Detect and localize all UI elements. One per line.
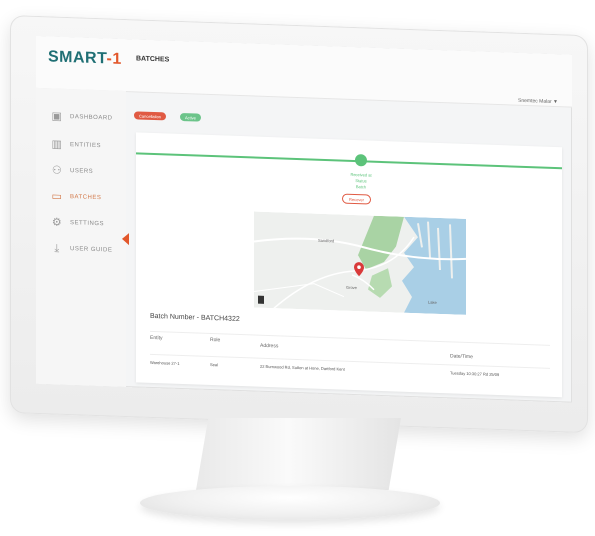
cell-datetime: Tuesday 10:30:27 Rd 25/09 xyxy=(450,370,500,378)
sidebar-item-label: USERS xyxy=(70,168,94,175)
active-nav-marker xyxy=(122,232,129,246)
logo-text: SMART xyxy=(48,48,107,68)
column-header-role: Role xyxy=(210,336,221,344)
column-header-entity: Entity xyxy=(150,334,163,342)
monitor-frame: SMART-1 BATCHES Snemtec Malar ▼ ▣ DASHBO… xyxy=(10,15,588,434)
cell-entity: Warehouse 27-1 xyxy=(150,359,180,366)
cell-address: 22 Burnwood Rd, Sutton at Hone, Dartford… xyxy=(260,363,345,372)
recover-button[interactable]: Recover xyxy=(342,193,371,205)
sidebar-item-label: ENTITIES xyxy=(70,142,102,150)
dashboard-icon: ▣ xyxy=(51,110,63,123)
map-place-label: Lake xyxy=(428,299,437,305)
users-icon: ⚇ xyxy=(51,164,63,177)
sidebar-item-label: BATCHES xyxy=(70,194,102,202)
batch-detail-card: Received at Status Batch Recover Sandfor… xyxy=(136,132,562,398)
sidebar-item-settings[interactable]: ⚙ SETTINGS xyxy=(50,214,104,232)
map-place-label: Sandford xyxy=(318,237,335,244)
sidebar: ▣ DASHBOARD ▥ ENTITIES ⚇ USERS ▭ BATCHES… xyxy=(36,87,126,388)
screen: SMART-1 BATCHES Snemtec Malar ▼ ▣ DASHBO… xyxy=(36,35,572,403)
column-header-address: Address xyxy=(260,342,279,350)
sidebar-item-label: DASHBOARD xyxy=(70,114,113,122)
tracking-status: Received at Status Batch xyxy=(331,171,391,191)
tracking-status-line: Batch xyxy=(355,184,367,190)
sidebar-item-dashboard[interactable]: ▣ DASHBOARD xyxy=(50,108,113,126)
column-header-datetime: Date/Time xyxy=(450,353,473,361)
sidebar-item-label: SETTINGS xyxy=(70,220,105,228)
cell-role: Seal xyxy=(210,361,219,368)
sidebar-item-user-guide[interactable]: ⤓ USER GUIDE xyxy=(50,240,112,258)
sidebar-item-entities[interactable]: ▥ ENTITIES xyxy=(50,136,101,154)
sidebar-item-users[interactable]: ⚇ USERS xyxy=(50,162,93,180)
download-icon: ⤓ xyxy=(54,242,60,255)
sidebar-item-label: USER GUIDE xyxy=(70,246,113,254)
tracking-point[interactable] xyxy=(355,154,367,167)
monitor-stand-base xyxy=(140,486,440,520)
cancellation-badge[interactable]: Cancellation xyxy=(134,111,167,121)
gear-icon: ⚙ xyxy=(51,216,63,229)
map-place-label: Grove xyxy=(346,284,357,291)
active-badge[interactable]: Active xyxy=(180,112,201,122)
tracking-line xyxy=(136,152,562,170)
logo-accent: -1 xyxy=(106,50,122,68)
monitor-stand-neck xyxy=(196,418,401,490)
entities-icon: ▥ xyxy=(51,138,63,151)
sidebar-item-batches[interactable]: ▭ BATCHES xyxy=(50,188,102,206)
batches-icon: ▭ xyxy=(51,190,63,203)
app-logo[interactable]: SMART-1 xyxy=(48,48,122,69)
location-map[interactable]: Sandford Grove Lake xyxy=(254,211,466,315)
batch-number: Batch Number - BATCH4322 xyxy=(150,312,240,324)
page-title: BATCHES xyxy=(136,55,170,64)
user-menu[interactable]: Snemtec Malar ▼ xyxy=(518,98,558,105)
